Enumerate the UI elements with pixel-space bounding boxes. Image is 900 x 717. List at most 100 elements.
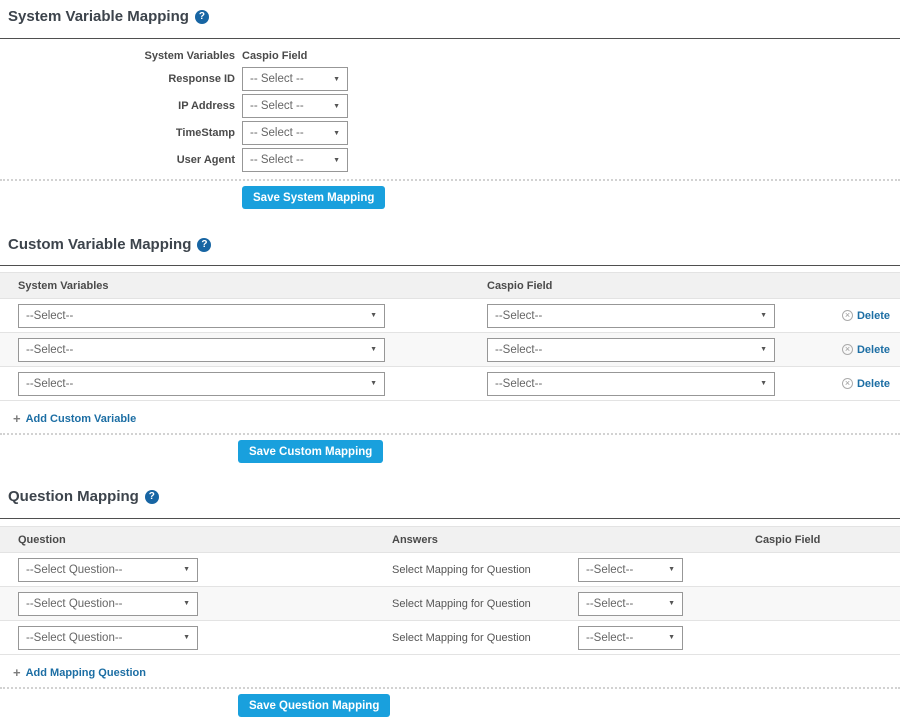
chevron-down-icon: ▼ [370, 380, 377, 387]
select-value: --Select-- [26, 310, 73, 322]
system-row-user-agent: User Agent -- Select -- ▼ [0, 148, 900, 172]
question-table-header: Question Answers Caspio Field [0, 526, 900, 553]
system-section-title-text: System Variable Mapping [8, 8, 189, 25]
select-value: --Select Question-- [26, 598, 123, 610]
custom-system-variable-select[interactable]: --Select-- ▼ [18, 372, 385, 396]
custom-system-variable-select[interactable]: --Select-- ▼ [18, 304, 385, 328]
chevron-down-icon: ▼ [668, 634, 675, 641]
table-row: --Select Question-- ▼ Select Mapping for… [0, 621, 900, 655]
delete-label: Delete [857, 378, 890, 390]
delete-circle-x-icon: × [842, 378, 853, 389]
section-title-question: Question Mapping ? [0, 488, 900, 505]
chevron-down-icon: ▼ [668, 566, 675, 573]
question-select[interactable]: --Select Question-- ▼ [18, 592, 198, 616]
help-icon[interactable]: ? [195, 10, 209, 24]
custom-table-header: System Variables Caspio Field [0, 272, 900, 299]
chevron-down-icon: ▼ [760, 380, 767, 387]
question-mapping-table: Question Answers Caspio Field --Select Q… [0, 526, 900, 655]
dashed-divider [0, 687, 900, 689]
select-value: --Select-- [495, 310, 542, 322]
question-column-header: Question [18, 534, 392, 546]
custom-section-title-text: Custom Variable Mapping [8, 236, 191, 253]
chevron-down-icon: ▼ [183, 600, 190, 607]
question-mapping-section: Question Mapping ? Question Answers Casp… [0, 488, 900, 717]
custom-caspio-field-select[interactable]: --Select-- ▼ [487, 304, 775, 328]
question-select[interactable]: --Select Question-- ▼ [18, 626, 198, 650]
answer-mapping-label: Select Mapping for Question [392, 598, 578, 610]
section-divider [0, 265, 900, 266]
chevron-down-icon: ▼ [333, 157, 340, 164]
ip-address-select[interactable]: -- Select -- ▼ [242, 94, 348, 118]
select-value: -- Select -- [250, 100, 304, 112]
dashed-divider [0, 179, 900, 181]
delete-circle-x-icon: × [842, 344, 853, 355]
question-select[interactable]: --Select Question-- ▼ [18, 558, 198, 582]
chevron-down-icon: ▼ [183, 634, 190, 641]
select-value: --Select-- [586, 564, 633, 576]
add-mapping-question-label: Add Mapping Question [26, 667, 146, 679]
chevron-down-icon: ▼ [760, 312, 767, 319]
chevron-down-icon: ▼ [183, 566, 190, 573]
chevron-down-icon: ▼ [760, 346, 767, 353]
response-id-select[interactable]: -- Select -- ▼ [242, 67, 348, 91]
add-custom-variable-link[interactable]: + Add Custom Variable [13, 412, 136, 425]
delete-label: Delete [857, 344, 890, 356]
chevron-down-icon: ▼ [370, 346, 377, 353]
section-divider [0, 518, 900, 519]
caspio-field-column-header: Caspio Field [487, 280, 552, 292]
delete-label: Delete [857, 310, 890, 322]
system-row-response-id: Response ID -- Select -- ▼ [0, 67, 900, 91]
help-icon[interactable]: ? [145, 490, 159, 504]
answer-caspio-field-select[interactable]: --Select-- ▼ [578, 626, 683, 650]
table-row: --Select-- ▼ --Select-- ▼ × Delete [0, 367, 900, 401]
answer-caspio-field-select[interactable]: --Select-- ▼ [578, 592, 683, 616]
question-section-title-text: Question Mapping [8, 488, 139, 505]
custom-system-variable-select[interactable]: --Select-- ▼ [18, 338, 385, 362]
chevron-down-icon: ▼ [370, 312, 377, 319]
dashed-divider [0, 433, 900, 435]
system-row-timestamp: TimeStamp -- Select -- ▼ [0, 121, 900, 145]
system-row-ip-address: IP Address -- Select -- ▼ [0, 94, 900, 118]
delete-row-link[interactable]: × Delete [842, 378, 890, 390]
delete-row-link[interactable]: × Delete [842, 344, 890, 356]
select-value: -- Select -- [250, 154, 304, 166]
select-value: --Select-- [495, 378, 542, 390]
save-system-mapping-button[interactable]: Save System Mapping [242, 186, 385, 209]
chevron-down-icon: ▼ [333, 103, 340, 110]
custom-caspio-field-select[interactable]: --Select-- ▼ [487, 372, 775, 396]
section-title-system: System Variable Mapping ? [0, 8, 900, 25]
answers-column-header: Answers [392, 534, 755, 546]
select-value: --Select-- [495, 344, 542, 356]
add-mapping-question-link[interactable]: + Add Mapping Question [13, 666, 146, 679]
select-value: --Select-- [586, 632, 633, 644]
system-variables-column-header: System Variables [0, 50, 235, 62]
custom-caspio-field-select[interactable]: --Select-- ▼ [487, 338, 775, 362]
save-question-mapping-button[interactable]: Save Question Mapping [238, 694, 390, 717]
chevron-down-icon: ▼ [333, 130, 340, 137]
user-agent-select[interactable]: -- Select -- ▼ [242, 148, 348, 172]
answer-caspio-field-select[interactable]: --Select-- ▼ [578, 558, 683, 582]
delete-row-link[interactable]: × Delete [842, 310, 890, 322]
chevron-down-icon: ▼ [333, 76, 340, 83]
system-variable-mapping-section: System Variable Mapping ? System Variabl… [0, 8, 900, 209]
select-value: --Select Question-- [26, 632, 123, 644]
caspio-field-column-header: Caspio Field [235, 50, 307, 62]
section-divider [0, 38, 900, 39]
select-value: --Select-- [26, 344, 73, 356]
timestamp-select[interactable]: -- Select -- ▼ [242, 121, 348, 145]
table-row: --Select Question-- ▼ Select Mapping for… [0, 587, 900, 621]
chevron-down-icon: ▼ [668, 600, 675, 607]
answer-mapping-label: Select Mapping for Question [392, 564, 578, 576]
select-value: -- Select -- [250, 73, 304, 85]
plus-icon: + [13, 666, 21, 679]
select-value: --Select Question-- [26, 564, 123, 576]
help-icon[interactable]: ? [197, 238, 211, 252]
add-custom-variable-label: Add Custom Variable [26, 413, 137, 425]
plus-icon: + [13, 412, 21, 425]
table-row: --Select-- ▼ --Select-- ▼ × Delete [0, 299, 900, 333]
select-value: -- Select -- [250, 127, 304, 139]
user-agent-label: User Agent [0, 154, 235, 166]
ip-address-label: IP Address [0, 100, 235, 112]
answer-mapping-label: Select Mapping for Question [392, 632, 578, 644]
save-custom-mapping-button[interactable]: Save Custom Mapping [238, 440, 383, 463]
